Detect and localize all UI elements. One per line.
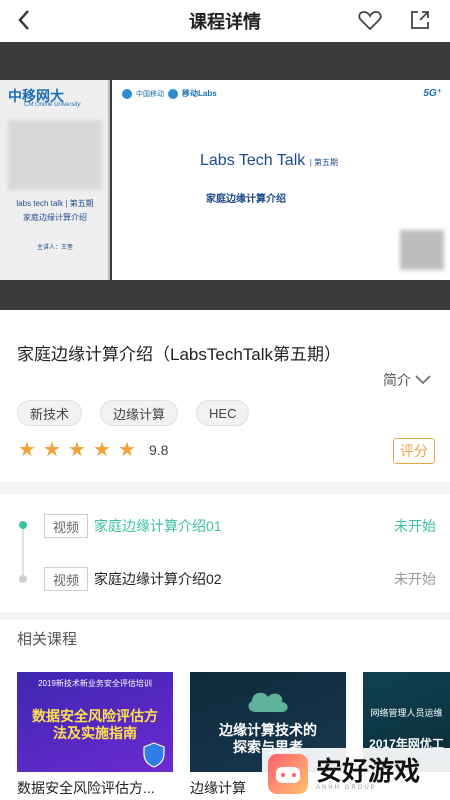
heart-icon	[358, 11, 382, 31]
course-thumbnail: 2019新技术新业务安全评估培训 数据安全风险评估方法及实施指南	[17, 672, 173, 772]
star-icon: ★	[68, 439, 86, 461]
lesson-type: 视频	[44, 567, 88, 591]
section-divider	[0, 612, 450, 620]
section-divider	[0, 482, 450, 494]
timeline-dot	[19, 575, 27, 583]
thumb-top-text: 网络管理人员运维	[370, 708, 443, 718]
brand2-name: 移动Labs	[182, 89, 217, 98]
page-title: 课程详情	[189, 12, 261, 32]
speaker-photo	[8, 120, 102, 190]
timeline-dot-active	[19, 521, 27, 529]
watermark: 安好游戏 ANHH GROUP	[262, 748, 450, 800]
top-bar: 课程详情	[0, 0, 450, 42]
star-icon: ★	[118, 439, 136, 461]
brand-logos: 中国移动 移动Labs	[122, 88, 217, 99]
timeline-line	[22, 528, 24, 578]
tag-item[interactable]: HEC	[196, 400, 250, 426]
brand1-name: 中国移动	[136, 90, 164, 98]
cm-online-logo-sub: CM Online University	[24, 102, 81, 108]
gamepad-logo-icon	[268, 754, 308, 794]
star-icon: ★	[43, 439, 61, 461]
qr-code	[400, 230, 444, 270]
course-caption: 数据安全风险评估方...	[17, 780, 155, 796]
video-player[interactable]: 中移网大 CM Online University labs tech talk…	[0, 42, 450, 310]
tag-item[interactable]: 新技术	[17, 400, 83, 426]
back-button[interactable]	[10, 6, 38, 34]
left-slide-line3: 主讲人：王奎	[36, 245, 73, 251]
course-title: 家庭边缘计算介绍（LabsTechTalk第五期）	[17, 345, 342, 364]
related-title: 相关课程	[17, 631, 78, 648]
lesson-item[interactable]: 视频 家庭边缘计算介绍02 未开始	[44, 567, 436, 591]
related-course-card[interactable]: 2019新技术新业务安全评估培训 数据安全风险评估方法及实施指南 数据安全风险评…	[17, 672, 173, 798]
china-mobile-logo-icon	[122, 88, 132, 99]
star-icon: ★	[93, 439, 111, 461]
speaker-slide: 中移网大 CM Online University labs tech talk…	[0, 80, 110, 280]
intro-toggle[interactable]: 简介	[383, 370, 431, 390]
shield-icon	[143, 742, 165, 768]
favorite-button[interactable]	[356, 6, 384, 34]
thumb-main-text: 数据安全风险评估方法及实施指南	[32, 708, 158, 741]
slide-title: Labs Tech Talk | 第五期	[200, 152, 338, 170]
intro-label: 简介	[383, 372, 411, 388]
lesson-name: 家庭边缘计算介绍02	[94, 571, 222, 587]
thumb-top-text: 2019新技术新业务安全评估培训	[38, 679, 152, 688]
share-button[interactable]	[406, 6, 434, 34]
cloud-icon	[248, 692, 288, 712]
left-slide-line2: 家庭边缘计算介绍	[23, 213, 87, 222]
chevron-left-icon	[18, 10, 29, 30]
main-slide: 中国移动 移动Labs 5G⁺ Labs Tech Talk | 第五期 家庭边…	[112, 80, 450, 280]
slide-subtitle: 家庭边缘计算介绍	[206, 194, 286, 205]
labs-logo-icon	[168, 88, 178, 99]
tag-item[interactable]: 边缘计算	[100, 400, 179, 426]
lesson-item[interactable]: 视频 家庭边缘计算介绍01 未开始	[44, 514, 436, 538]
rate-button[interactable]: 评分	[393, 438, 435, 464]
slide-title-text: Labs Tech Talk	[200, 152, 306, 169]
left-slide-line1: labs tech talk | 第五期	[16, 199, 94, 208]
share-icon	[411, 11, 429, 29]
tag-list: 新技术 边缘计算 HEC	[17, 400, 250, 426]
rating: ★ ★ ★ ★ ★ 9.8	[18, 440, 168, 460]
watermark-text: 安好游戏	[316, 756, 421, 786]
slide-issue: | 第五期	[309, 158, 339, 167]
5g-badge: 5G⁺	[423, 88, 442, 99]
lesson-status: 未开始	[394, 571, 436, 587]
star-icon: ★	[18, 439, 36, 461]
lesson-name: 家庭边缘计算介绍01	[94, 518, 222, 534]
chevron-down-icon	[415, 375, 431, 385]
lesson-type: 视频	[44, 514, 88, 538]
rating-score: 9.8	[149, 442, 169, 458]
lesson-status: 未开始	[394, 518, 436, 534]
